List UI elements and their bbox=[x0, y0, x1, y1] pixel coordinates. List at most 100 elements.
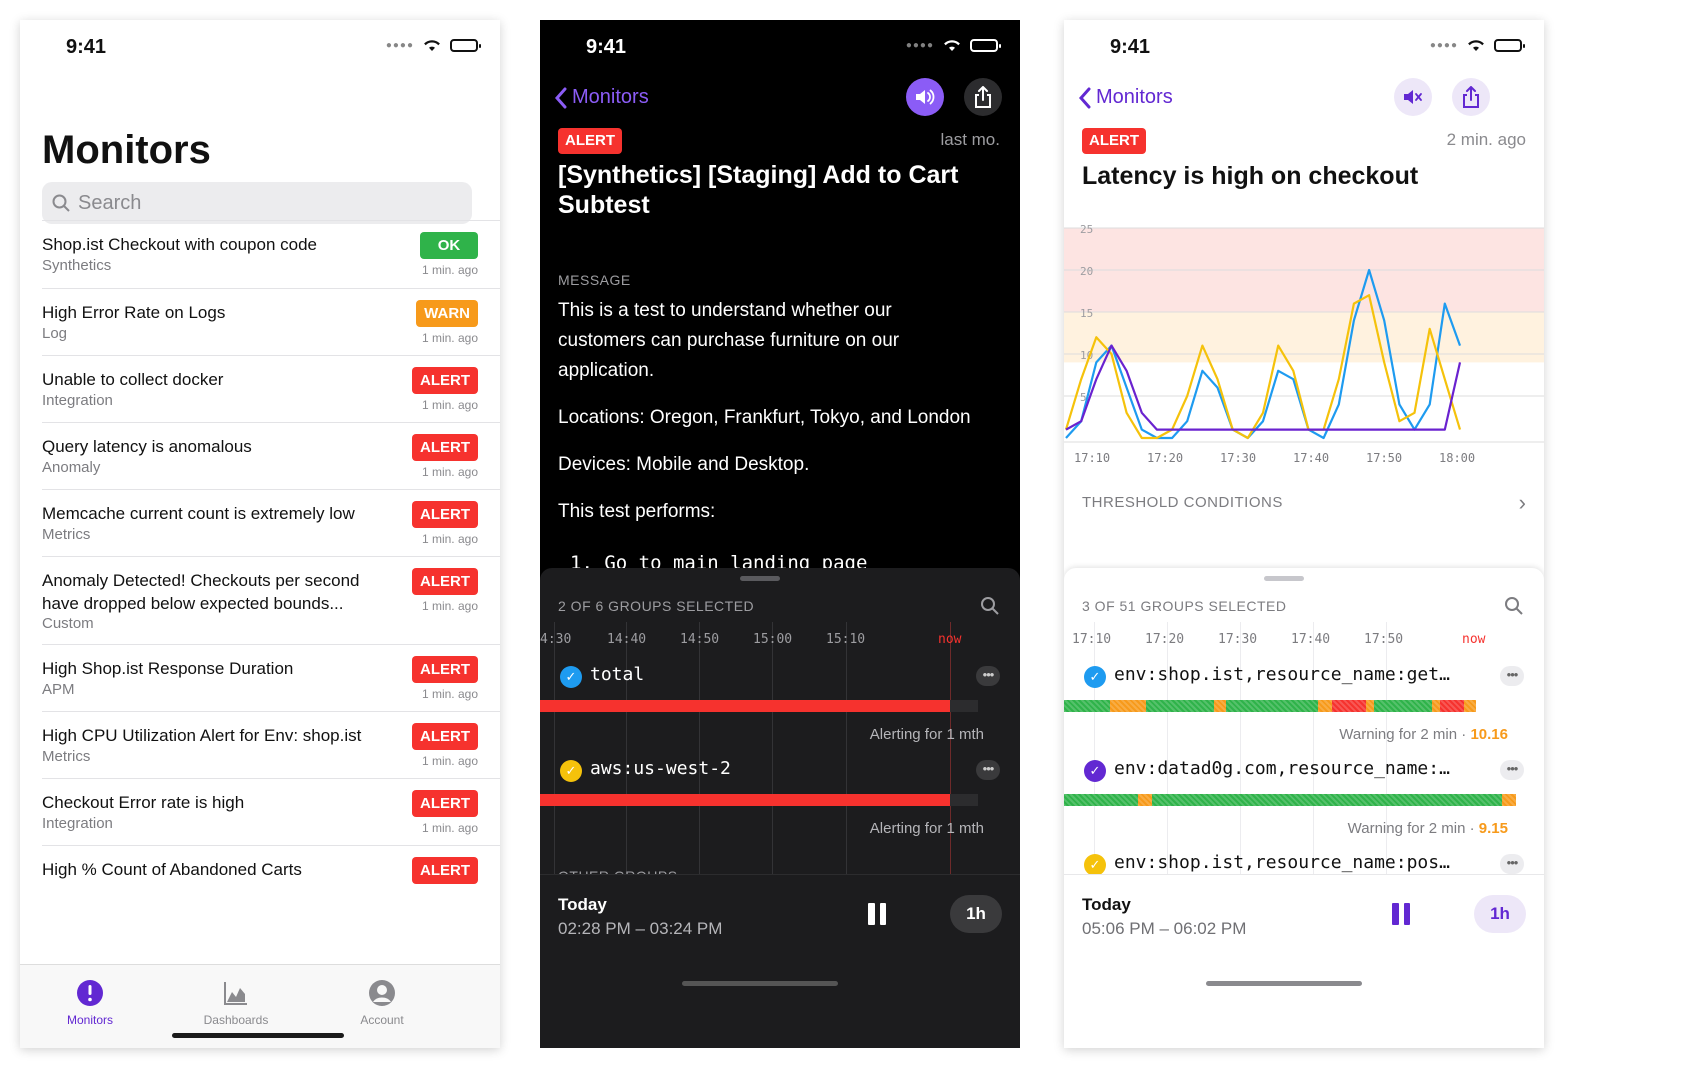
more-icon[interactable]: ••• bbox=[1500, 760, 1524, 780]
chevron-right-icon[interactable]: › bbox=[1519, 490, 1526, 516]
x-tick-label: 17:20 bbox=[1147, 451, 1183, 465]
monitor-title: Latency is high on checkout bbox=[1082, 162, 1419, 190]
monitor-row[interactable]: High Error Rate on Logs Log WARN 1 min. ago bbox=[42, 288, 500, 355]
monitor-name: Checkout Error rate is high bbox=[42, 793, 245, 812]
tab-bar: Monitors Dashboards Account bbox=[20, 964, 500, 1048]
search-placeholder: Search bbox=[78, 191, 142, 214]
bar-segment-ok bbox=[1146, 700, 1214, 712]
search-icon[interactable] bbox=[1504, 596, 1524, 616]
checkmark-icon[interactable]: ✓ bbox=[1084, 666, 1106, 688]
tick-label-now: now bbox=[938, 632, 962, 647]
monitor-time: 1 min. ago bbox=[421, 599, 478, 613]
monitor-row[interactable]: Shop.ist Checkout with coupon code Synthe… bbox=[42, 220, 500, 288]
monitors-list-screen: 9:41 ●●●● Monitors Search Shop.ist Check… bbox=[20, 20, 500, 1048]
time-range-button[interactable]: 1h bbox=[950, 895, 1002, 933]
wifi-icon bbox=[944, 40, 960, 51]
share-button[interactable] bbox=[964, 78, 1002, 116]
status-icons: ●●●● bbox=[1430, 38, 1525, 52]
status-badge: WARN bbox=[416, 300, 478, 327]
monitor-row[interactable]: High CPU Utilization Alert for Env: shop… bbox=[42, 711, 500, 778]
status-badge: ALERT bbox=[558, 128, 622, 154]
bar-segment-alert bbox=[1332, 700, 1366, 712]
checkmark-icon[interactable]: ✓ bbox=[560, 760, 582, 782]
group-name: env:shop.ist,resource_name:post… bbox=[1114, 852, 1454, 873]
threshold-band-warn bbox=[1064, 312, 1544, 363]
monitor-type: APM bbox=[42, 681, 75, 698]
monitor-time: 1 min. ago bbox=[421, 687, 478, 701]
pause-icon[interactable] bbox=[868, 903, 886, 925]
speaker-icon bbox=[916, 89, 935, 105]
status-bar bbox=[540, 794, 950, 806]
checkmark-icon[interactable]: ✓ bbox=[1084, 854, 1106, 876]
message-body: This is a test to understand whether our… bbox=[558, 296, 978, 544]
monitor-time: 1 min. ago bbox=[421, 263, 478, 277]
status-bar bbox=[1064, 794, 1516, 806]
time-range-button[interactable]: 1h bbox=[1474, 895, 1526, 933]
groups-sheet: 3 OF 51 GROUPS SELECTED 17:10 17:20 17:3… bbox=[1064, 568, 1544, 1048]
monitor-time: 1 min. ago bbox=[421, 754, 478, 768]
tick-label: 4:30 bbox=[540, 632, 572, 647]
sound-toggle-button[interactable] bbox=[906, 78, 944, 116]
x-tick-label: 18:00 bbox=[1439, 451, 1475, 465]
monitor-row[interactable]: High % Count of Abandoned Carts ALERT bbox=[42, 845, 500, 905]
latency-chart: 51015202517:10 17:20 17:30 17:40 17:50 18:00 bbox=[1064, 223, 1544, 465]
back-label: Monitors bbox=[572, 86, 649, 108]
pause-icon[interactable] bbox=[1392, 903, 1410, 925]
sheet-grabber[interactable] bbox=[1264, 576, 1304, 581]
bar-segment-ok bbox=[1152, 794, 1502, 806]
search-input[interactable]: Search bbox=[42, 182, 472, 224]
groups-sheet: 2 OF 6 GROUPS SELECTED 4:30 14:40 14:50 … bbox=[540, 568, 1020, 1048]
x-tick-label: 17:50 bbox=[1366, 451, 1402, 465]
group-status-text: Warning for 2 min bbox=[1339, 726, 1458, 743]
tab-monitors[interactable]: Monitors bbox=[40, 979, 140, 1027]
bar-segment-alert bbox=[1440, 700, 1464, 712]
alert-time: last mo. bbox=[940, 130, 1000, 149]
tab-label: Monitors bbox=[66, 1013, 113, 1027]
search-icon bbox=[52, 194, 70, 212]
monitor-row[interactable]: Checkout Error rate is high Integration AL… bbox=[42, 778, 500, 845]
monitor-name: Anomaly Detected! Checkouts per second h… bbox=[42, 571, 360, 613]
tick-label: 15:00 bbox=[753, 632, 793, 647]
group-value: 9.15 bbox=[1478, 820, 1508, 837]
share-icon bbox=[1463, 86, 1479, 108]
bar-segment-warn bbox=[1464, 700, 1476, 712]
bar-segment-warn bbox=[1432, 700, 1440, 712]
monitor-row[interactable]: High Shop.ist Response Duration APM ALERT 1… bbox=[42, 644, 500, 711]
status-badge: ALERT bbox=[1082, 128, 1146, 154]
more-icon[interactable]: ••• bbox=[976, 760, 1000, 780]
monitor-detail-dark-screen: 9:41 ●●●● Monitors ALERT last mo. [Synth… bbox=[540, 20, 1020, 1048]
monitor-name: High % Count of Abandoned Carts bbox=[42, 860, 302, 879]
monitor-row[interactable]: Memcache current count is extremely low M… bbox=[42, 489, 500, 556]
monitor-row[interactable]: Query latency is anomalous Anomaly ALERT 1 … bbox=[42, 422, 500, 489]
bar-segment-warn bbox=[1318, 700, 1332, 712]
monitor-name: Shop.ist Checkout with coupon code bbox=[42, 235, 318, 254]
status-icons: ●●●● bbox=[906, 38, 1001, 52]
threshold-conditions-row[interactable]: THRESHOLD CONDITIONS bbox=[1082, 494, 1283, 511]
monitor-row[interactable]: Unable to collect docker Integration ALERT… bbox=[42, 355, 500, 422]
group-status-text: Warning for 2 min bbox=[1347, 820, 1466, 837]
more-icon[interactable]: ••• bbox=[1500, 854, 1524, 874]
search-icon[interactable] bbox=[980, 596, 1000, 616]
checkmark-icon[interactable]: ✓ bbox=[560, 666, 582, 688]
tick-label-now: now bbox=[1462, 632, 1486, 647]
status-bar bbox=[540, 700, 950, 712]
sound-toggle-button[interactable] bbox=[1394, 78, 1432, 116]
more-icon[interactable]: ••• bbox=[1500, 666, 1524, 686]
back-button[interactable]: Monitors bbox=[554, 86, 649, 109]
more-icon[interactable]: ••• bbox=[976, 666, 1000, 686]
back-button[interactable]: Monitors bbox=[1078, 86, 1173, 109]
bar-segment-warn bbox=[1502, 794, 1516, 806]
checkmark-icon[interactable]: ✓ bbox=[1084, 760, 1106, 782]
monitor-row[interactable]: Anomaly Detected! Checkouts per second h… bbox=[42, 556, 500, 644]
sheet-grabber[interactable] bbox=[740, 576, 780, 581]
time-footer: Today 02:28 PM – 03:24 PM 1h bbox=[540, 874, 1020, 994]
bar-segment-warn bbox=[1366, 700, 1374, 712]
group-name: aws:us-west-2 bbox=[590, 758, 731, 779]
tab-account[interactable]: Account bbox=[332, 979, 432, 1027]
bar-segment-ok bbox=[1226, 700, 1318, 712]
group-name: env:shop.ist,resource_name:get_… bbox=[1114, 664, 1454, 685]
group-status: Alerting for 1 mth bbox=[869, 726, 984, 743]
share-button[interactable] bbox=[1452, 78, 1490, 116]
message-paragraph: Devices: Mobile and Desktop. bbox=[558, 454, 810, 475]
tab-dashboards[interactable]: Dashboards bbox=[186, 979, 286, 1027]
